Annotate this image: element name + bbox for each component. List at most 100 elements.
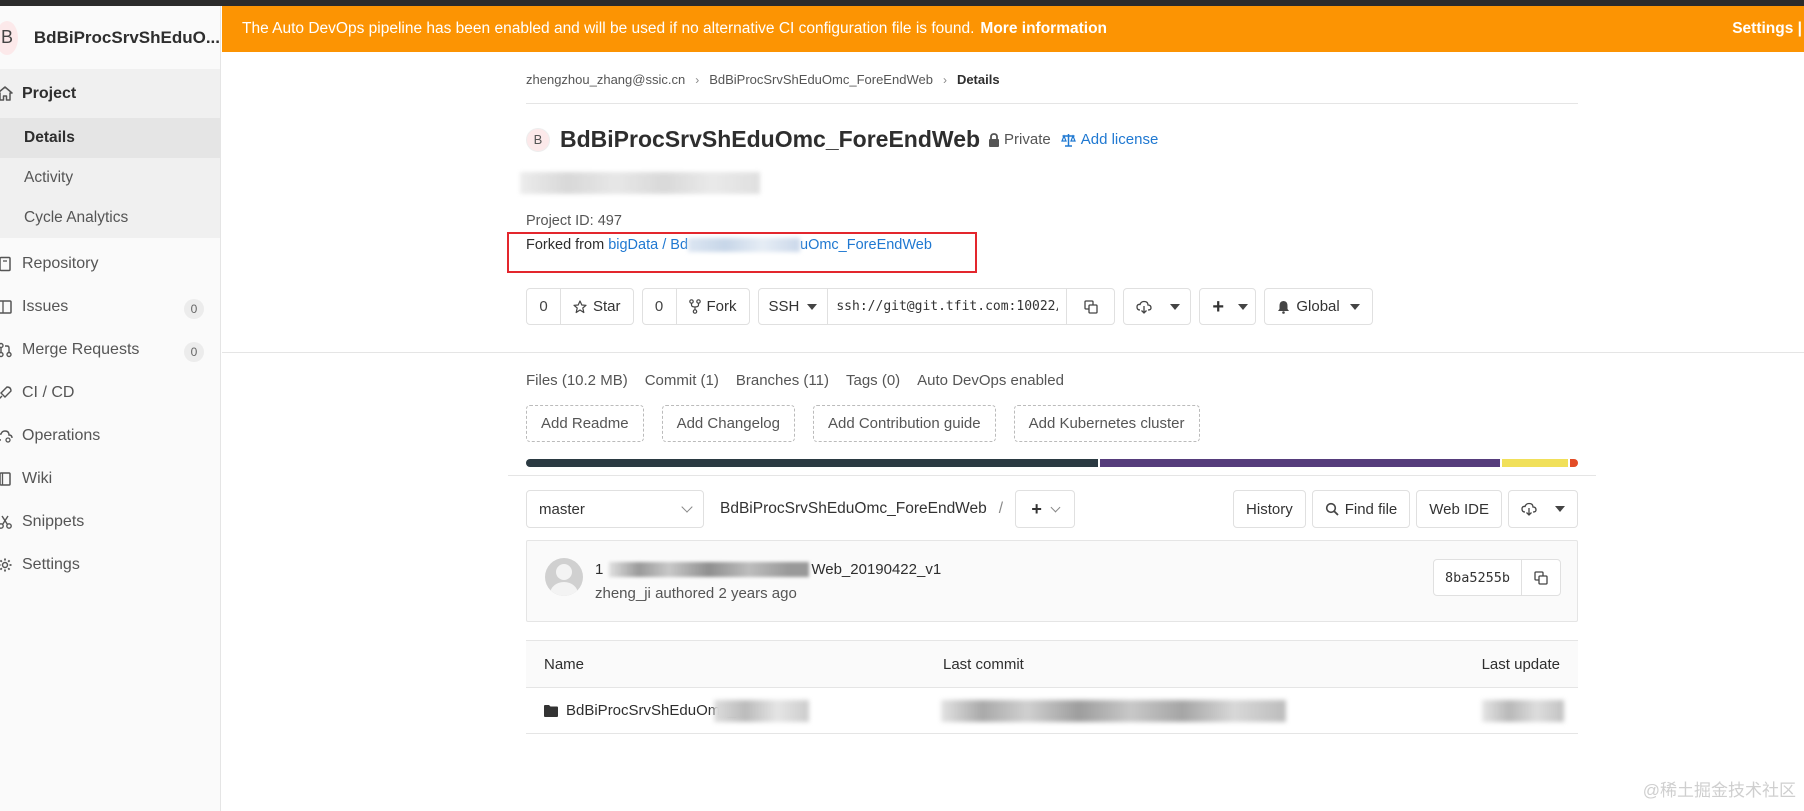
chevron-right-icon: › (942, 72, 947, 87)
table-header: Name Last commit Last update (526, 640, 1578, 688)
home-icon (0, 83, 16, 105)
last-commit-panel: 1 Web_20190422_v1 zheng_ji authored 2 yea… (526, 540, 1578, 622)
sidebar-item-label: Repository (22, 255, 99, 272)
web-ide-button[interactable]: Web IDE (1416, 490, 1502, 528)
table-row[interactable]: BdBiProcSrvShEduOmc_F (526, 688, 1578, 734)
sidebar-item-label: Merge Requests (22, 340, 140, 358)
find-file-label: Find file (1344, 500, 1398, 518)
redacted-text (1482, 700, 1564, 722)
sidebar-item-label: Settings (22, 555, 80, 573)
project-id: Project ID: 497 (526, 213, 622, 229)
sidebar-item-merge-requests[interactable]: Merge Requests 0 (0, 328, 220, 371)
breadcrumb-current[interactable]: Details (957, 72, 1000, 87)
lock-icon (989, 132, 1000, 147)
commit-time: authored 2 years ago (655, 585, 797, 602)
sidebar-item-ci-cd[interactable]: CI / CD (0, 371, 220, 414)
sidebar-item-wiki[interactable]: Wiki (0, 457, 220, 500)
add-license-link[interactable]: Add license (1060, 131, 1159, 148)
tree-download-dropdown[interactable] (1508, 490, 1578, 528)
add-readme-button[interactable]: Add Readme (526, 405, 644, 442)
breadcrumb: zhengzhou_zhang@ssic.cn › BdBiProcSrvShE… (526, 72, 1000, 87)
avatar[interactable] (545, 558, 583, 596)
tree-path-root[interactable]: BdBiProcSrvShEduOmc_ForeEndWeb (720, 500, 987, 518)
sidebar-item-project[interactable]: Project (0, 69, 220, 118)
sidebar-item-issues[interactable]: Issues 0 (0, 285, 220, 328)
plus-icon: + (1031, 498, 1042, 519)
commit-title[interactable]: 1 Web_20190422_v1 (595, 561, 941, 578)
divider (526, 103, 1578, 104)
search-icon (1325, 502, 1339, 516)
project-stats: Files (10.2 MB) Commit (1) Branches (11)… (526, 372, 1064, 389)
language-segment[interactable] (526, 459, 1098, 467)
stat-commits[interactable]: Commit (1) (645, 372, 719, 389)
protocol-dropdown[interactable]: SSH (759, 289, 829, 324)
commit-author[interactable]: zheng_ji (595, 585, 651, 602)
star-icon (573, 299, 587, 313)
alert-more-info-link[interactable]: More information (980, 20, 1107, 38)
add-changelog-button[interactable]: Add Changelog (661, 405, 795, 442)
history-button[interactable]: History (1233, 490, 1306, 528)
star-button[interactable]: Star (561, 289, 633, 324)
rocket-icon (0, 382, 16, 404)
alert-settings-link[interactable]: Settings | (1732, 20, 1804, 38)
language-segment[interactable] (1502, 459, 1568, 467)
commit-sha[interactable]: 8ba5255b (1434, 560, 1522, 595)
sidebar-item-label: Issues (22, 297, 69, 315)
language-segment[interactable] (1569, 459, 1578, 467)
breadcrumb-user[interactable]: zhengzhou_zhang@ssic.cn (526, 72, 685, 87)
clone-url-input[interactable] (828, 289, 1067, 324)
fork-count[interactable]: 0 (643, 289, 677, 324)
download-cloud-icon (1136, 300, 1153, 314)
repository-languages-bar[interactable] (526, 459, 1578, 467)
sidebar-header[interactable]: B BdBiProcSrvShEduO... (0, 6, 220, 69)
commit-meta: zheng_ji authored 2 years ago (595, 585, 797, 602)
download-button[interactable] (1124, 289, 1190, 324)
find-file-button[interactable]: Find file (1311, 490, 1411, 528)
merge-requests-count-badge: 0 (184, 342, 204, 362)
copy-sha-button[interactable] (1522, 560, 1560, 595)
stat-files[interactable]: Files (10.2 MB) (526, 372, 628, 389)
new-item-dropdown[interactable]: + (1199, 288, 1257, 325)
caret-down-icon (807, 303, 818, 310)
redacted-text (609, 562, 810, 577)
fork-button[interactable]: Fork (677, 289, 749, 324)
fork-icon (688, 299, 701, 314)
sidebar-item-label: CI / CD (22, 383, 75, 401)
new-item-button[interactable]: + (1200, 289, 1255, 324)
sidebar-item-repository[interactable]: Repository (0, 243, 220, 285)
caret-down-icon (1170, 303, 1181, 310)
sidebar-item-settings[interactable]: Settings (0, 543, 220, 586)
branch-select[interactable]: master (526, 490, 704, 528)
breadcrumb-project[interactable]: BdBiProcSrvShEduOmc_ForeEndWeb (709, 72, 933, 87)
download-dropdown[interactable] (1123, 288, 1192, 325)
add-contribution-guide-button[interactable]: Add Contribution guide (812, 405, 996, 442)
add-to-tree-dropdown[interactable]: + (1015, 490, 1076, 528)
sidebar-item-snippets[interactable]: Snippets (0, 500, 220, 543)
book-icon (0, 468, 16, 490)
fork-button-group: 0 Fork (641, 288, 750, 325)
add-kubernetes-cluster-button[interactable]: Add Kubernetes cluster (1013, 405, 1200, 442)
notification-button[interactable]: Global (1265, 289, 1371, 324)
copy-icon (1084, 299, 1098, 314)
chevron-down-icon (1050, 502, 1061, 512)
language-segment[interactable] (1099, 459, 1501, 467)
sidebar-subitem-details[interactable]: Details (0, 118, 220, 158)
chevron-right-icon: › (695, 72, 700, 87)
copy-url-button[interactable] (1066, 289, 1114, 324)
add-license-text: Add license (1080, 131, 1159, 148)
issues-icon (0, 296, 16, 318)
sidebar-subitem-activity[interactable]: Activity (0, 158, 220, 198)
sidebar-item-operations[interactable]: Operations (0, 414, 220, 457)
sidebar-subitem-cycle-analytics[interactable]: Cycle Analytics (0, 198, 220, 238)
stat-tags[interactable]: Tags (0) (846, 372, 900, 389)
star-count[interactable]: 0 (527, 289, 561, 324)
gear-icon (0, 554, 16, 576)
project-actions: 0 Star 0 Fork SSH + Global (526, 288, 1381, 325)
plus-icon: + (1212, 295, 1225, 318)
column-header-name: Name (544, 656, 585, 673)
bell-icon (1278, 300, 1290, 314)
notification-dropdown[interactable]: Global (1264, 288, 1373, 325)
column-header-last-commit: Last commit (943, 656, 1024, 673)
stat-auto-devops[interactable]: Auto DevOps enabled (917, 372, 1064, 389)
stat-branches[interactable]: Branches (11) (736, 372, 829, 389)
